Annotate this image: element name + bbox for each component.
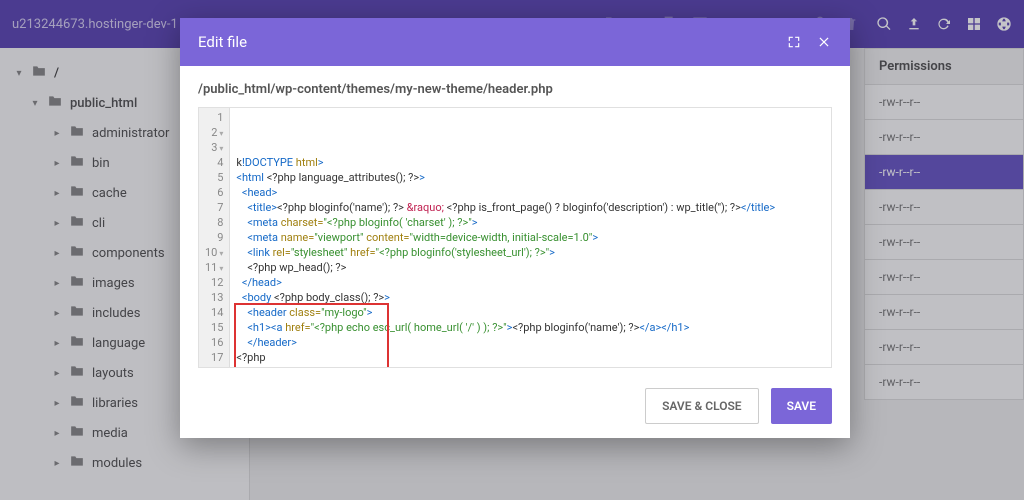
- file-path: /public_html/wp-content/themes/my-new-th…: [180, 66, 850, 107]
- editor-code[interactable]: k!DOCTYPE html><html <?php language_attr…: [230, 108, 831, 367]
- code-line[interactable]: <title><?php bloginfo('name'); ?> &raquo…: [236, 200, 825, 215]
- modal-title: Edit file: [198, 33, 247, 51]
- edit-file-modal: Edit file /public_html/wp-content/themes…: [180, 18, 850, 438]
- code-line[interactable]: k!DOCTYPE html>: [236, 155, 825, 170]
- save-button[interactable]: SAVE: [771, 388, 832, 424]
- editor-gutter: 12345678910111213141516171819: [199, 108, 230, 367]
- code-line[interactable]: <html <?php language_attributes(); ?>>: [236, 170, 825, 185]
- code-line[interactable]: <?php wp_head(); ?>: [236, 260, 825, 275]
- save-and-close-button[interactable]: SAVE & CLOSE: [645, 388, 759, 424]
- code-line[interactable]: </head>: [236, 275, 825, 290]
- code-editor[interactable]: 12345678910111213141516171819 k!DOCTYPE …: [198, 107, 832, 368]
- modal-footer: SAVE & CLOSE SAVE: [180, 378, 850, 438]
- highlight-box: [234, 303, 389, 368]
- code-line[interactable]: <link rel="stylesheet" href="<?php blogi…: [236, 245, 825, 260]
- code-line[interactable]: <meta name="viewport" content="width=dev…: [236, 230, 825, 245]
- fullscreen-icon[interactable]: [786, 34, 802, 50]
- close-icon[interactable]: [816, 34, 832, 50]
- modal-header: Edit file: [180, 18, 850, 66]
- code-line[interactable]: <head>: [236, 185, 825, 200]
- code-line[interactable]: <meta charset="<?php bloginfo( 'charset'…: [236, 215, 825, 230]
